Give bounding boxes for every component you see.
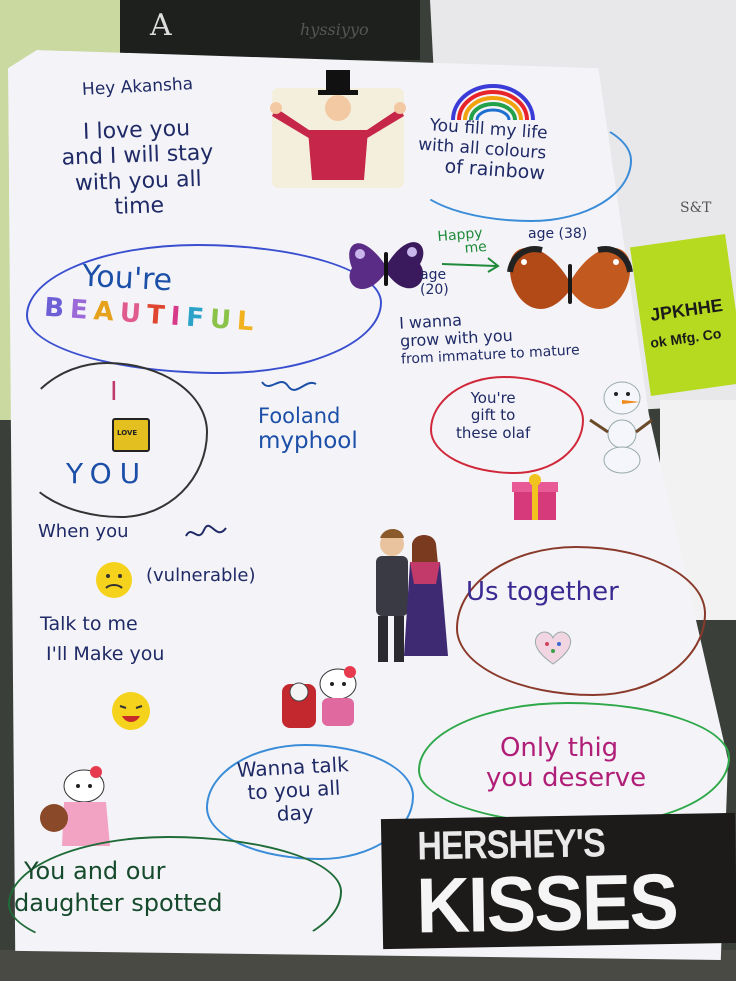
letter-sticker: A xyxy=(92,296,115,328)
background-dark-paper-text: A xyxy=(150,8,176,43)
daughter-line: You and our xyxy=(24,857,166,885)
hello-kitty-sticker xyxy=(282,662,362,734)
age-left: age (20) xyxy=(420,267,449,299)
gift-message: You're gift to these olaf xyxy=(456,389,531,442)
only-thing-message: Only thig you deserve xyxy=(472,733,647,794)
love-line: time xyxy=(113,193,165,220)
letter-sticker: I xyxy=(169,301,182,333)
rainbow-message: You fill my life with all colours of rai… xyxy=(416,115,549,186)
i-letter: I xyxy=(110,377,118,407)
us-together-text: Us together xyxy=(466,577,619,607)
love-message: I love you and I will stay with you all … xyxy=(60,115,215,221)
letter-sticker: U xyxy=(208,304,233,336)
gift-line: these olaf xyxy=(456,423,531,442)
talk-message: Talk to me I'll Make you xyxy=(40,613,165,666)
letter-sticker: F xyxy=(185,302,205,334)
heart-sticker xyxy=(532,630,574,666)
hersheys-kisses-wrapper: HERSHEY'S KISSES xyxy=(380,812,736,950)
gift-line: gift to xyxy=(470,406,516,425)
purple-butterfly-sticker xyxy=(340,224,432,308)
laughing-emoji-sticker xyxy=(110,690,152,732)
love-badge-text: LOVE xyxy=(117,429,138,437)
letter-sticker: E xyxy=(68,294,89,326)
background-sheet-scribble: hyssiyyo xyxy=(300,20,369,39)
you-word: YOU xyxy=(66,457,149,490)
daughter-message: You and our daughter spotted xyxy=(14,857,223,917)
doodle-icon xyxy=(185,524,227,537)
age-right: age (38) xyxy=(528,226,588,242)
fool-line: Fooland xyxy=(258,404,341,428)
youre-text: You're xyxy=(81,258,173,299)
couple-sticker xyxy=(362,524,452,674)
when-you-text: When you xyxy=(38,521,129,542)
background-sheet-label: S&T xyxy=(680,200,712,216)
only-thing-line: you deserve xyxy=(486,762,647,793)
arrow-icon xyxy=(441,257,500,273)
letter-sticker: T xyxy=(145,299,166,332)
fool-line: myphool xyxy=(258,428,358,455)
talk-line: I'll Make you xyxy=(46,642,165,665)
daughter-line: daughter spotted xyxy=(14,888,223,917)
squiggle-icon xyxy=(261,381,317,391)
gift-line: You're xyxy=(470,389,516,407)
age-left-line: age xyxy=(420,267,447,283)
love-line: with you all xyxy=(74,166,203,196)
letter-sticker: L xyxy=(235,306,255,338)
fool-message: Fooland myphool xyxy=(258,404,358,455)
letter-sticker: B xyxy=(43,292,66,325)
magician-sticker xyxy=(268,68,408,190)
vulnerable-text: (vulnerable) xyxy=(146,565,256,586)
olaf-sticker xyxy=(586,376,656,476)
grow-message: I wanna grow with you from immature to m… xyxy=(399,305,580,367)
age-left-line: (20) xyxy=(420,282,449,299)
us-together-cloud xyxy=(456,546,706,696)
sad-smiley-sticker xyxy=(94,560,134,600)
letter-sticker: U xyxy=(118,298,142,330)
kisses-product: KISSES xyxy=(415,856,678,950)
talk-line: Talk to me xyxy=(40,613,138,635)
hello-kitty-bear-sticker xyxy=(34,762,120,852)
only-thing-line: Only thig xyxy=(499,733,619,763)
love-badge-sticker: LOVE xyxy=(112,418,150,452)
wanna-talk-message: Wanna talk to you all day xyxy=(236,752,351,828)
gift-sticker xyxy=(508,470,562,524)
